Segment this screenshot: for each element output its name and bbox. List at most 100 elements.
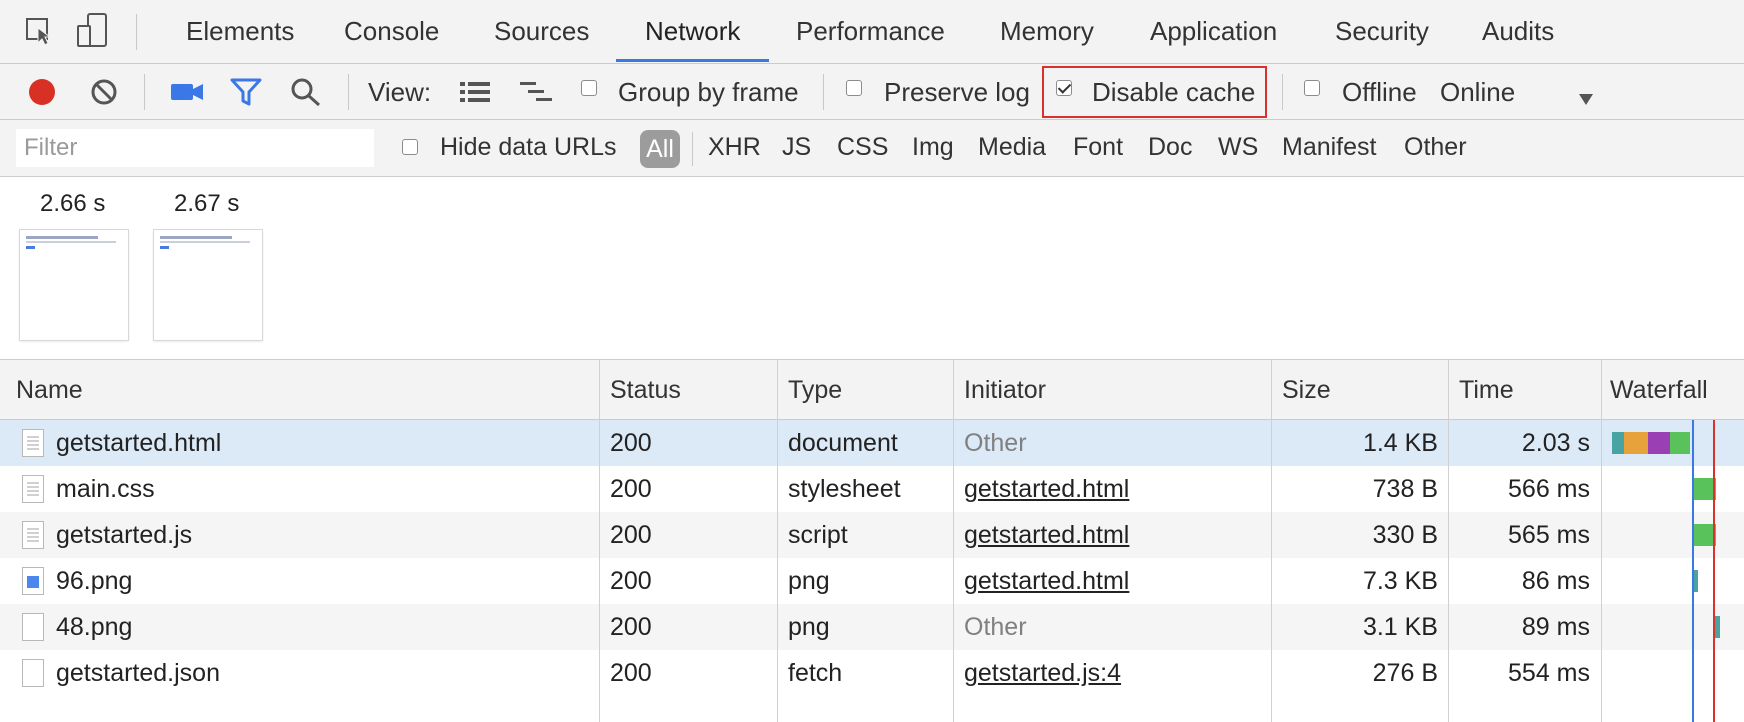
waterfall-bar (1612, 432, 1624, 454)
type-filter-xhr[interactable]: XHR (708, 133, 761, 162)
cell-initiator[interactable]: getstarted.html (964, 567, 1129, 596)
cell-name: main.css (56, 475, 155, 503)
document-icon (22, 521, 44, 549)
type-filter-css[interactable]: CSS (837, 133, 888, 162)
tab-performance[interactable]: Performance (796, 16, 945, 47)
toolbar-divider (1282, 74, 1283, 110)
cell-status: 200 (610, 567, 652, 595)
record-button[interactable] (28, 78, 56, 106)
large-rows-list-icon[interactable] (460, 80, 490, 104)
column-header-name[interactable]: Name (16, 376, 83, 405)
screenshot-camera-icon[interactable] (170, 80, 204, 104)
document-icon (22, 429, 44, 457)
cell-time: 89 ms (1521, 613, 1590, 641)
offline-label[interactable]: Offline (1342, 77, 1417, 108)
cell-time: 2.03 s (1521, 429, 1590, 457)
filter-funnel-icon[interactable] (230, 77, 262, 107)
waterfall-view-icon[interactable] (520, 80, 552, 104)
tab-network[interactable]: Network (645, 16, 740, 47)
type-filter-other[interactable]: Other (1404, 133, 1467, 162)
preserve-log-checkbox[interactable] (846, 80, 862, 96)
clear-icon[interactable] (90, 78, 118, 106)
column-header-waterfall[interactable]: Waterfall (1610, 376, 1708, 405)
type-filter-ws[interactable]: WS (1218, 133, 1258, 162)
type-filter-all[interactable]: All (640, 130, 680, 168)
filmstrip-thumbnail[interactable] (20, 230, 128, 340)
hide-data-urls-checkbox[interactable] (402, 139, 418, 155)
type-filter-media[interactable]: Media (978, 133, 1046, 162)
cell-size: 330 B (1372, 521, 1438, 549)
column-header-initiator[interactable]: Initiator (964, 376, 1046, 405)
cell-type: stylesheet (788, 475, 901, 503)
cell-status: 200 (610, 613, 652, 641)
cell-status: 200 (610, 521, 652, 549)
waterfall-bar (1648, 432, 1670, 454)
cell-size: 738 B (1372, 475, 1438, 503)
cell-name: 48.png (56, 613, 133, 641)
table-row[interactable]: 96.png 200 png getstarted.html 7.3 KB 86 ms (0, 558, 1744, 604)
group-by-frame-label[interactable]: Group by frame (618, 77, 799, 108)
cell-name: 96.png (56, 567, 133, 595)
type-filter-doc[interactable]: Doc (1148, 133, 1192, 162)
table-row[interactable]: getstarted.html 200 document Other 1.4 KB 2.0… (0, 420, 1744, 466)
search-icon[interactable] (290, 77, 322, 107)
dom-content-loaded-line (1692, 420, 1694, 722)
filmstrip-time: 2.67 s (174, 190, 240, 217)
disable-cache-highlight (1042, 66, 1267, 118)
tab-sources[interactable]: Sources (494, 16, 589, 47)
throttling-select[interactable]: Online (1440, 77, 1515, 108)
cell-size: 7.3 KB (1362, 567, 1438, 595)
column-header-status[interactable]: Status (610, 376, 681, 405)
cell-status: 200 (610, 659, 652, 687)
inspect-element-icon[interactable] (26, 16, 54, 46)
column-divider (1601, 360, 1602, 722)
cell-type: png (788, 567, 830, 595)
column-header-size[interactable]: Size (1282, 376, 1331, 405)
tab-security[interactable]: Security (1335, 16, 1429, 47)
group-by-frame-checkbox[interactable] (581, 80, 597, 96)
cell-initiator[interactable]: getstarted.html (964, 475, 1129, 504)
type-filter-manifest[interactable]: Manifest (1282, 133, 1376, 162)
device-toolbar-icon[interactable] (76, 12, 108, 48)
cell-initiator: Other (964, 429, 1027, 457)
table-row[interactable]: 48.png 200 png Other 3.1 KB 89 ms (0, 604, 1744, 650)
table-header: Name Status Type Initiator Size Time Wat… (0, 360, 1744, 420)
tab-audits[interactable]: Audits (1482, 16, 1554, 47)
tab-console[interactable]: Console (344, 16, 439, 47)
offline-checkbox[interactable] (1304, 80, 1320, 96)
chevron-down-icon[interactable] (1578, 84, 1594, 105)
filter-input[interactable] (16, 129, 374, 167)
table-row[interactable]: getstarted.js 200 script getstarted.html 330… (0, 512, 1744, 558)
image-icon (22, 567, 44, 595)
table-row[interactable]: getstarted.json 200 fetch getstarted.js:4 27… (0, 650, 1744, 696)
blank-file-icon (22, 659, 44, 687)
column-divider (953, 360, 954, 722)
tab-elements[interactable]: Elements (186, 16, 294, 47)
column-header-time[interactable]: Time (1459, 376, 1514, 405)
column-divider (1448, 360, 1449, 722)
filmstrip-thumbnail[interactable] (154, 230, 262, 340)
column-header-type[interactable]: Type (788, 376, 842, 405)
toolbar-divider (823, 74, 824, 110)
requests-table: Name Status Type Initiator Size Time Wat… (0, 360, 1744, 722)
type-filter-js[interactable]: JS (782, 133, 811, 162)
cell-size: 1.4 KB (1362, 429, 1438, 457)
view-label: View: (368, 77, 432, 107)
type-filter-font[interactable]: Font (1073, 133, 1123, 162)
tab-memory[interactable]: Memory (1000, 16, 1094, 47)
network-toolbar: View: Group by frame Preserve log Disabl… (0, 64, 1744, 120)
cell-status: 200 (610, 475, 652, 503)
type-filter-img[interactable]: Img (912, 133, 954, 162)
cell-type: document (788, 429, 898, 457)
cell-name: getstarted.js (56, 521, 193, 549)
preserve-log-label[interactable]: Preserve log (884, 77, 1030, 108)
cell-initiator[interactable]: getstarted.html (964, 521, 1129, 550)
column-divider (599, 360, 600, 722)
waterfall-bar (1670, 432, 1690, 454)
filmstrip: 2.66 s 2.67 s (0, 177, 1744, 360)
cell-initiator[interactable]: getstarted.js:4 (964, 659, 1121, 688)
hide-data-urls-label[interactable]: Hide data URLs (440, 133, 616, 162)
table-row[interactable]: main.css 200 stylesheet getstarted.html 738 … (0, 466, 1744, 512)
tab-application[interactable]: Application (1150, 16, 1277, 47)
toolbar-divider (144, 74, 145, 110)
